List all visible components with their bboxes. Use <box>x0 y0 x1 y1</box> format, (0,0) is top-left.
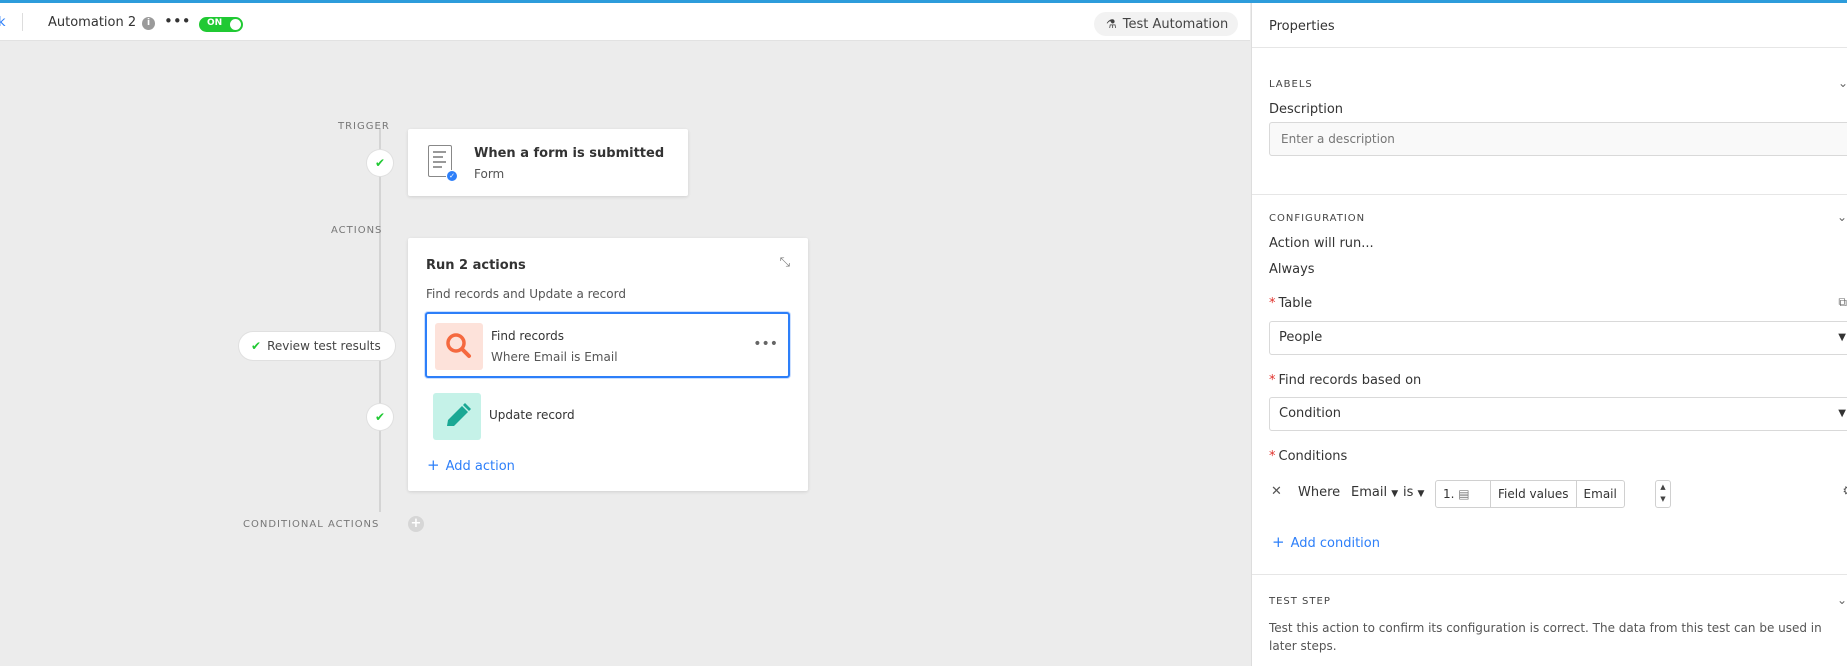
info-icon[interactable]: i <box>142 17 155 30</box>
back-link[interactable]: k <box>0 15 6 30</box>
find-based-on-label: * Find records based on <box>1269 373 1421 388</box>
condition-field-value: Email <box>1351 485 1388 500</box>
toggle-label: ON <box>207 18 223 28</box>
description-input[interactable]: Enter a description <box>1269 122 1847 156</box>
trigger-card[interactable]: ✓ When a form is submitted Form <box>408 129 688 196</box>
table-label: * Table <box>1269 296 1312 311</box>
condition-operator-select[interactable]: is ▼ <box>1403 485 1424 500</box>
find-based-on-value: Condition <box>1279 406 1342 421</box>
action-step-find-records[interactable]: Find records Where Email is Email ••• <box>425 312 790 378</box>
labels-section: LABELS ⌄ Description Enter a description <box>1252 49 1847 195</box>
test-automation-label: Test Automation <box>1122 17 1229 32</box>
action-will-run-label: Action will run... <box>1269 236 1374 251</box>
condition-value-input[interactable]: 1. ▤ Field values Email <box>1435 480 1625 508</box>
check-badge-icon: ✓ <box>446 170 458 182</box>
condition-operator-value: is <box>1403 485 1414 500</box>
caret-down-icon[interactable]: ▼ <box>1656 493 1670 505</box>
condition-field-select[interactable]: Email ▼ <box>1351 485 1398 500</box>
caret-down-icon: ▼ <box>1838 408 1846 419</box>
chevron-down-icon[interactable]: ⌄ <box>1838 76 1847 90</box>
test-step-heading: TEST STEP <box>1269 596 1331 607</box>
gear-icon[interactable]: ⚙ <box>1842 484 1847 499</box>
find-based-on-select[interactable]: Condition ▼ <box>1269 397 1847 431</box>
find-records-icon-tile <box>435 323 483 370</box>
check-icon: ✔ <box>251 339 262 353</box>
toggle-knob <box>230 19 241 30</box>
table-select-value: People <box>1279 330 1323 345</box>
more-options-icon[interactable]: ••• <box>753 336 778 352</box>
description-label: Description <box>1269 102 1344 117</box>
add-condition-label: Add condition <box>1290 536 1380 551</box>
step-token[interactable]: 1. ▤ <box>1436 481 1491 507</box>
add-condition-button[interactable]: + Add condition <box>1272 533 1380 551</box>
table-select[interactable]: People ▼ <box>1269 321 1847 355</box>
add-action-label: Add action <box>445 459 515 474</box>
condition-row: ✕ Where Email ▼ is ▼ 1. ▤ Field values E… <box>1269 478 1847 508</box>
header-divider <box>22 13 23 31</box>
panel-title: Properties <box>1269 19 1335 34</box>
conditions-label-text: Conditions <box>1278 449 1348 464</box>
update-status-check-icon: ✔ <box>367 404 393 430</box>
pencil-icon <box>447 403 471 426</box>
value-stepper[interactable]: ▲ ▼ <box>1655 480 1671 508</box>
review-test-results-label: Review test results <box>267 339 381 353</box>
conditional-actions-label: CONDITIONAL ACTIONS <box>243 519 380 530</box>
field-values-token[interactable]: Field values <box>1491 481 1577 507</box>
review-test-results-button[interactable]: ✔ Review test results <box>239 332 395 360</box>
caret-down-icon: ▼ <box>1417 489 1425 499</box>
trigger-subtitle: Form <box>474 167 505 181</box>
chevron-down-icon[interactable]: ⌄ <box>1837 593 1847 607</box>
caret-down-icon: ▼ <box>1838 332 1846 343</box>
properties-panel: Properties LABELS ⌄ Description Enter a … <box>1251 3 1847 666</box>
flask-icon: ⚗ <box>1106 17 1117 31</box>
actions-group-title: Run 2 actions <box>426 258 526 273</box>
test-step-description: Test this action to confirm its configur… <box>1269 621 1822 653</box>
required-asterisk: * <box>1269 373 1276 388</box>
conditions-label: * Conditions <box>1269 449 1347 464</box>
chevron-down-icon[interactable]: ⌄ <box>1837 210 1847 224</box>
step-subtitle: Where Email is Email <box>491 350 618 364</box>
record-icon: ▤ <box>1458 487 1470 501</box>
step-title: Find records <box>491 329 564 343</box>
more-options-icon[interactable]: ••• <box>164 12 191 30</box>
trigger-section-label: TRIGGER <box>338 121 390 132</box>
remove-condition-icon[interactable]: ✕ <box>1271 484 1282 499</box>
actions-group-description: Find records and Update a record <box>426 287 626 301</box>
collapse-icon[interactable]: ⤡ <box>780 255 790 270</box>
email-token[interactable]: Email <box>1577 481 1624 507</box>
properties-header: Properties <box>1252 3 1847 48</box>
add-action-button[interactable]: + Add action <box>427 456 515 474</box>
actions-group-card[interactable]: Run 2 actions ⤡ Find records and Update … <box>408 238 808 491</box>
automation-header: k Automation 2 i ••• ON ⚗ Test Automation <box>0 3 1250 41</box>
plus-icon: + <box>427 456 440 474</box>
caret-up-icon[interactable]: ▲ <box>1656 481 1670 493</box>
search-icon <box>446 333 471 358</box>
step-title: Update record <box>489 408 575 422</box>
automation-name[interactable]: Automation 2 <box>48 15 136 30</box>
open-table-icon[interactable]: ⧉ <box>1838 295 1847 310</box>
find-based-on-label-text: Find records based on <box>1278 373 1422 388</box>
automation-on-toggle[interactable]: ON <box>199 17 243 32</box>
update-record-icon-tile <box>433 393 481 440</box>
plus-icon: + <box>1272 533 1285 551</box>
required-asterisk: * <box>1269 296 1276 311</box>
actions-section-label: ACTIONS <box>331 225 383 236</box>
add-conditional-action-icon[interactable]: + <box>408 516 424 532</box>
configuration-heading: CONFIGURATION <box>1269 213 1366 224</box>
form-icon: ✓ <box>428 145 458 182</box>
trigger-title: When a form is submitted <box>474 146 665 161</box>
step-token-number: 1. <box>1443 487 1455 501</box>
condition-where: Where <box>1298 485 1341 500</box>
test-automation-button[interactable]: ⚗ Test Automation <box>1094 12 1239 36</box>
table-label-text: Table <box>1278 296 1313 311</box>
action-step-update-record[interactable]: Update record <box>425 384 790 450</box>
section-divider <box>1252 574 1847 575</box>
labels-heading: LABELS <box>1269 79 1313 90</box>
trigger-status-check-icon: ✔ <box>367 150 393 176</box>
action-will-run-value: Always <box>1269 262 1315 277</box>
flow-rail <box>379 128 381 512</box>
required-asterisk: * <box>1269 449 1276 464</box>
caret-down-icon: ▼ <box>1391 489 1399 499</box>
